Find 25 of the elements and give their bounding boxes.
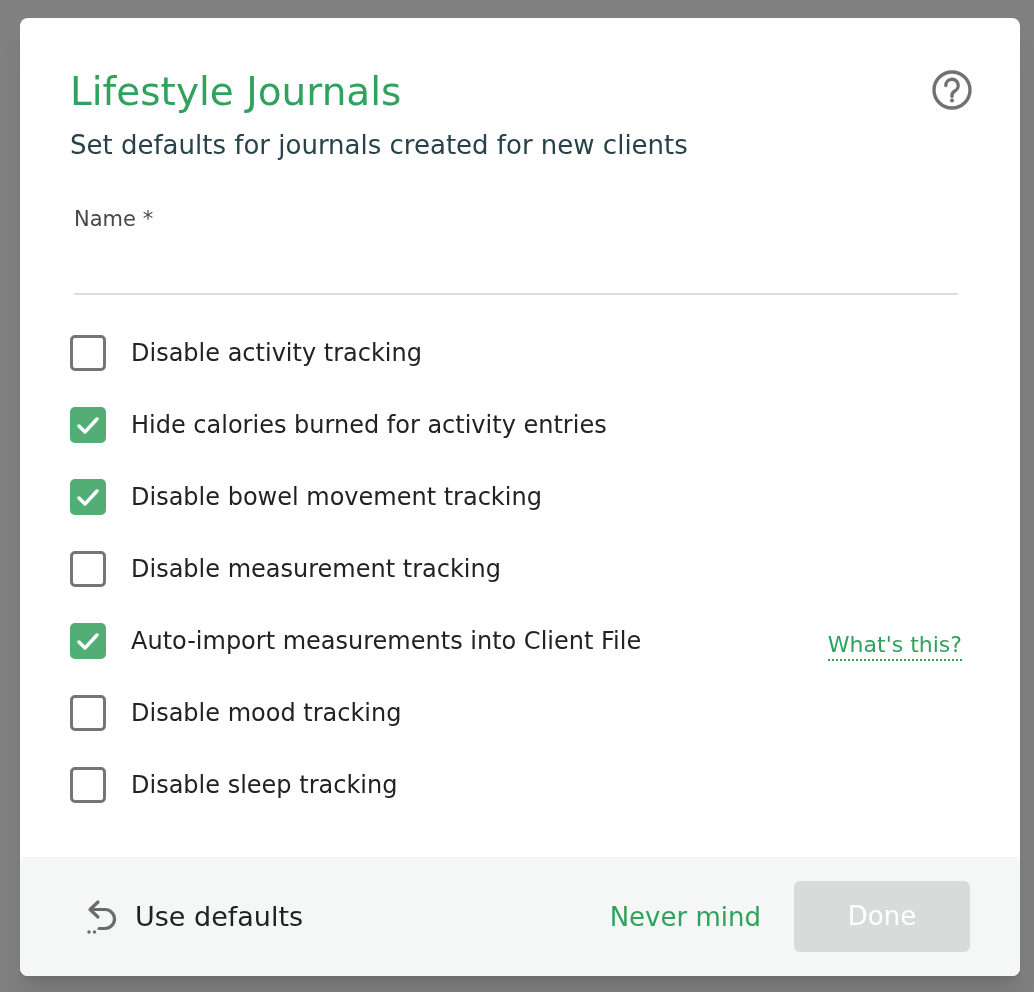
checkbox[interactable] xyxy=(70,479,106,515)
checkbox[interactable] xyxy=(70,623,106,659)
checkbox[interactable] xyxy=(70,551,106,587)
checkmark-icon xyxy=(77,488,99,506)
option-label: Disable activity tracking xyxy=(131,338,422,368)
checkbox[interactable] xyxy=(70,335,106,371)
never-mind-button[interactable]: Never mind xyxy=(609,899,761,934)
option-label: Hide calories burned for activity entries xyxy=(131,410,607,440)
checkbox[interactable] xyxy=(70,767,106,803)
option-label: Disable sleep tracking xyxy=(131,770,398,800)
option-label: Disable bowel movement tracking xyxy=(131,482,542,512)
name-label: Name * xyxy=(74,206,154,233)
option-label: Auto-import measurements into Client File xyxy=(131,626,642,656)
option-label: Disable measurement tracking xyxy=(131,554,501,584)
dialog-subtitle: Set defaults for journals created for new clients xyxy=(70,129,688,161)
checkbox[interactable] xyxy=(70,695,106,731)
whats-this-link[interactable]: What's this? xyxy=(827,631,962,661)
checkmark-icon xyxy=(77,632,99,650)
option-label: Disable mood tracking xyxy=(131,698,402,728)
use-defaults-button[interactable]: Use defaults xyxy=(85,898,304,935)
help-icon[interactable] xyxy=(932,70,972,110)
dialog-title: Lifestyle Journals xyxy=(70,69,402,115)
undo-icon xyxy=(85,898,119,935)
checkbox[interactable] xyxy=(70,407,106,443)
checkmark-icon xyxy=(77,416,99,434)
